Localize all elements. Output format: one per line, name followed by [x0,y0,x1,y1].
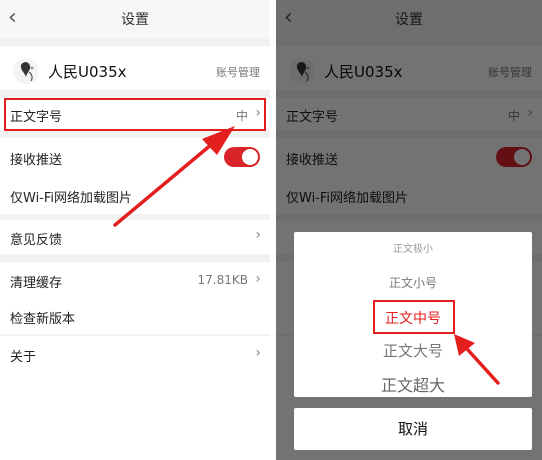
red-arrow-icon [113,126,235,227]
cancel-button[interactable]: 取消 [294,408,532,450]
red-arrow-icon [454,334,500,385]
settings-screen: ‹ 设置 人民U035x 账号管理 正文字号 中 › 接收推送 仅Wi-Fi网络… [0,0,270,460]
font-size-dialog-screen: ‹ 设置 人民U035x 账号管理 正文字号 中 › 接收推送 仅Wi-Fi网络… [276,0,542,460]
